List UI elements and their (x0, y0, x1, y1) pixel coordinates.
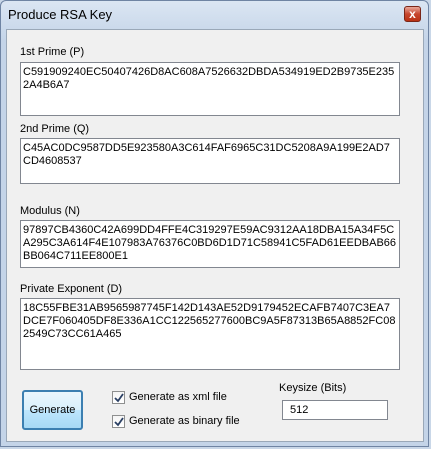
checkmark-icon (114, 417, 124, 427)
dialog-body: 1st Prime (P) C591909240EC50407426D8AC60… (6, 29, 424, 442)
close-icon: x (409, 7, 416, 21)
prime-q-label: 2nd Prime (Q) (20, 123, 90, 135)
title-bar[interactable]: Produce RSA Key x (1, 1, 428, 29)
prime-q-textbox[interactable]: C45AC0DC9587DD5E923580A3C614FAF6965C31DC… (20, 138, 400, 184)
private-exponent-label: Private Exponent (D) (20, 283, 123, 295)
rsa-dialog-window: Produce RSA Key x 1st Prime (P) C5919092… (0, 0, 429, 447)
xml-checkbox[interactable] (112, 391, 125, 404)
private-exponent-textbox[interactable]: 18C55FBE31AB9565987745F142D143AE52D91794… (20, 298, 400, 370)
modulus-label: Modulus (N) (20, 205, 80, 217)
prime-p-label: 1st Prime (P) (20, 46, 85, 58)
binary-checkbox[interactable] (112, 415, 125, 428)
keysize-input[interactable]: 512 (282, 400, 388, 420)
binary-checkbox-label: Generate as binary file (129, 415, 240, 427)
window-title: Produce RSA Key (8, 7, 113, 22)
prime-p-textbox[interactable]: C591909240EC50407426D8AC608A7526632DBDA5… (20, 62, 400, 116)
checkmark-icon (114, 393, 124, 403)
keysize-label: Keysize (Bits) (279, 382, 347, 394)
xml-checkbox-label: Generate as xml file (129, 391, 227, 403)
modulus-textbox[interactable]: 97897CB4360C42A699DD4FFE4C319297E59AC931… (20, 220, 400, 268)
generate-button[interactable]: Generate (22, 390, 83, 430)
close-button[interactable]: x (404, 6, 421, 22)
